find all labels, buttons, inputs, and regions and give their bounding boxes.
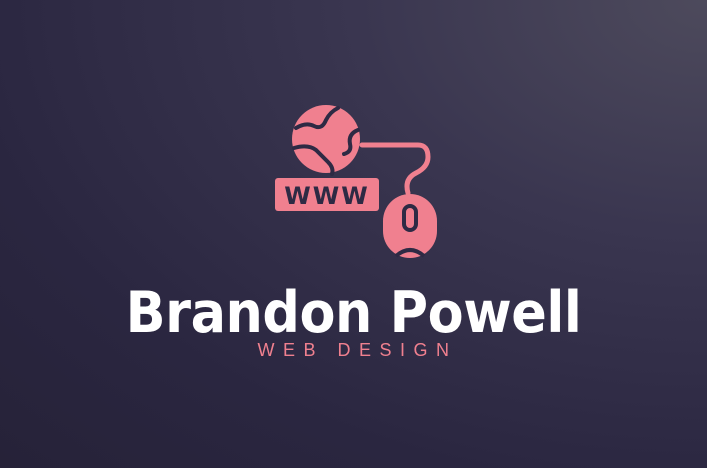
www-label: WWW bbox=[284, 182, 369, 210]
globe-www-mouse-icon: WWW bbox=[275, 105, 437, 258]
brand-tagline: WEB DESIGN bbox=[257, 340, 458, 360]
brand-name: Brandon Powell bbox=[125, 280, 582, 346]
